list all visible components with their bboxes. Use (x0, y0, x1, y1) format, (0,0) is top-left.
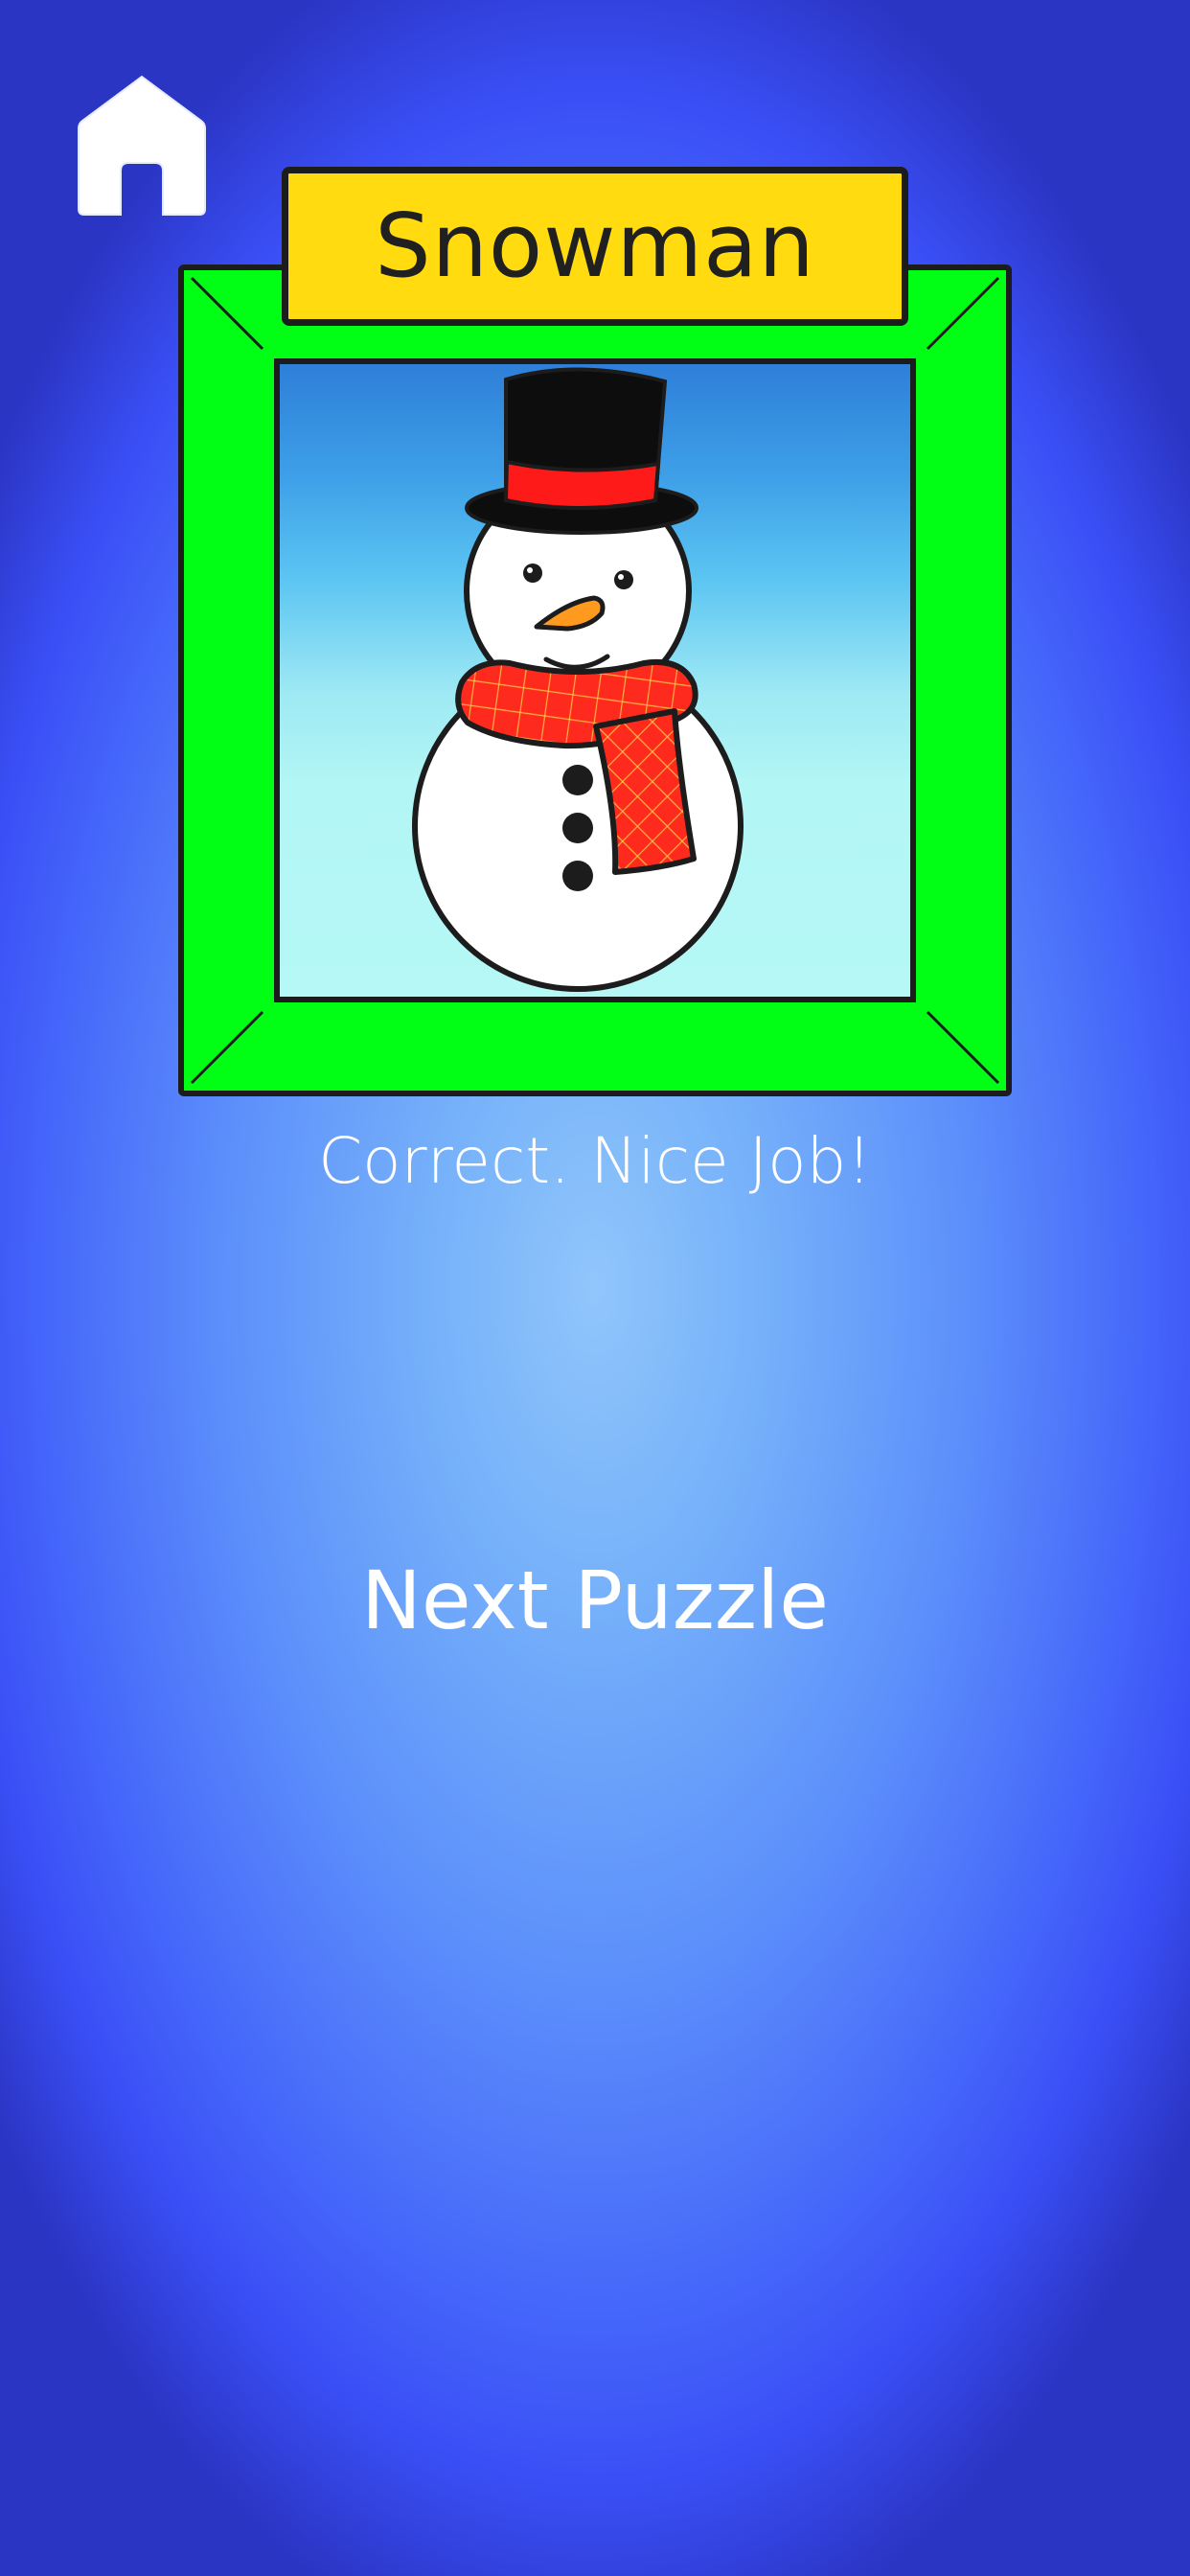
picture-frame (178, 264, 1012, 1096)
next-puzzle-label: Next Puzzle (360, 1553, 829, 1647)
puzzle-title: Snowman (375, 195, 815, 297)
home-icon (78, 75, 206, 216)
next-puzzle-button[interactable]: Next Puzzle (308, 1533, 882, 1668)
snowman-illustration (412, 367, 744, 992)
feedback-message: Correct. Nice Job! (318, 1124, 872, 1198)
home-button[interactable] (75, 69, 209, 222)
puzzle-picture (274, 358, 916, 1002)
puzzle-title-plate: Snowman (282, 167, 908, 326)
